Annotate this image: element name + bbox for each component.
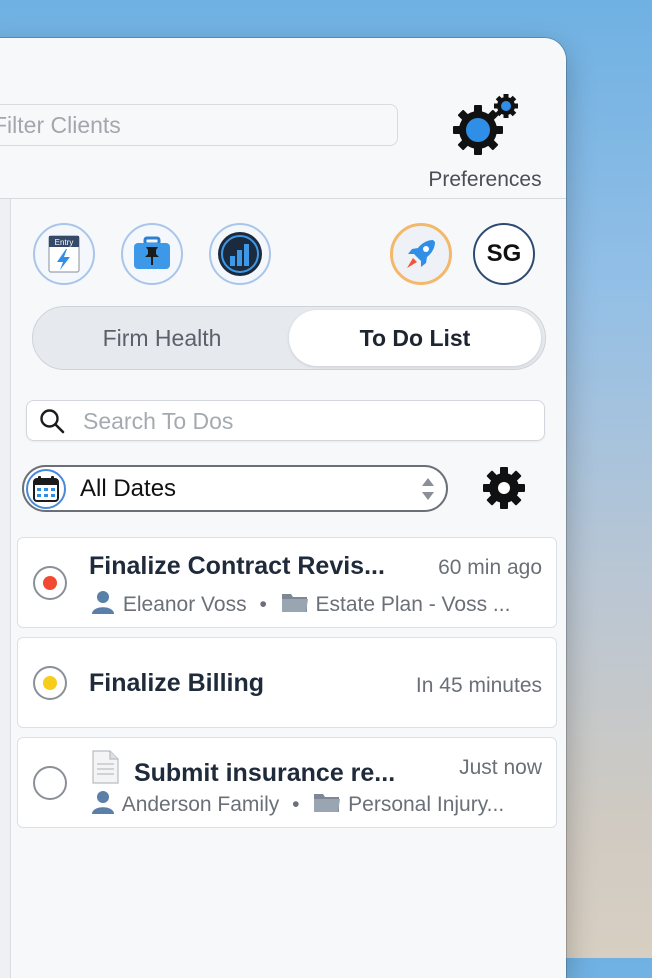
- pinned-briefcase-icon: [134, 236, 170, 269]
- todo-meta: Anderson Family • Personal Injury...: [89, 790, 504, 817]
- todo-status-radio[interactable]: [33, 666, 67, 700]
- todo-title: Finalize Contract Revis...: [89, 552, 385, 580]
- user-avatar[interactable]: SG: [473, 223, 535, 285]
- todo-time: Just now: [459, 756, 542, 779]
- preferences-label: Preferences: [428, 168, 542, 191]
- date-filter-value: All Dates: [80, 475, 177, 502]
- person-icon: [92, 591, 114, 614]
- calendar-icon: [26, 469, 66, 509]
- launch-button[interactable]: [390, 223, 452, 285]
- meta-separator: •: [292, 793, 300, 816]
- view-switcher: Firm Health To Do List: [32, 306, 546, 370]
- status-dot: [43, 576, 57, 590]
- client-list-panel: [0, 199, 11, 978]
- date-filter-select[interactable]: All Dates: [22, 465, 448, 512]
- gear-icon: [483, 467, 525, 509]
- status-dot: [43, 676, 57, 690]
- pinned-items-button[interactable]: [121, 223, 183, 285]
- tab-firm-health[interactable]: Firm Health: [36, 310, 288, 366]
- search-todos-input[interactable]: [81, 401, 535, 442]
- todo-time: In 45 minutes: [415, 674, 542, 697]
- entry-badge-text: Entry: [55, 238, 74, 247]
- todo-title: Submit insurance re...: [133, 759, 396, 787]
- preferences-button[interactable]: Preferences: [420, 94, 550, 194]
- rocket-icon: [407, 240, 435, 268]
- todo-client: Anderson Family: [121, 793, 280, 816]
- todo-client: Eleanor Voss: [122, 593, 247, 616]
- top-bar: Preferences: [0, 38, 566, 199]
- search-todos-box: [26, 400, 545, 442]
- folder-icon: [281, 594, 308, 612]
- tab-to-do-list[interactable]: To Do List: [289, 310, 541, 366]
- todo-item[interactable]: Finalize Billing In 45 minutes: [17, 637, 557, 728]
- quick-entry-icon: Entry: [48, 235, 80, 273]
- todo-matter: Estate Plan - Voss ...: [315, 593, 511, 616]
- quick-entry-button[interactable]: Entry: [33, 223, 95, 285]
- folder-icon: [314, 794, 341, 812]
- todo-status-radio[interactable]: [33, 566, 67, 600]
- meta-separator: •: [259, 593, 267, 616]
- gears-icon: [453, 94, 518, 155]
- reports-button[interactable]: [209, 223, 271, 285]
- filter-clients-input[interactable]: [0, 104, 398, 146]
- up-down-chevron-icon: [422, 478, 434, 500]
- todo-item[interactable]: Finalize Contract Revis... 60 min ago El…: [17, 537, 557, 628]
- todo-title: Finalize Billing: [89, 669, 265, 697]
- bar-chart-icon: [218, 232, 262, 276]
- todo-status-radio[interactable]: [33, 766, 67, 800]
- todo-item[interactable]: Submit insurance re... Just now Anderson…: [17, 737, 557, 828]
- todo-settings-button[interactable]: [480, 464, 528, 512]
- document-icon: [92, 750, 119, 784]
- todo-matter: Personal Injury...: [348, 793, 505, 816]
- todo-meta: Eleanor Voss • Estate Plan - Voss ...: [89, 590, 510, 617]
- todo-title-row: Submit insurance re...: [89, 750, 395, 788]
- todo-time: 60 min ago: [438, 556, 542, 579]
- person-icon: [92, 791, 114, 814]
- search-icon: [40, 409, 65, 434]
